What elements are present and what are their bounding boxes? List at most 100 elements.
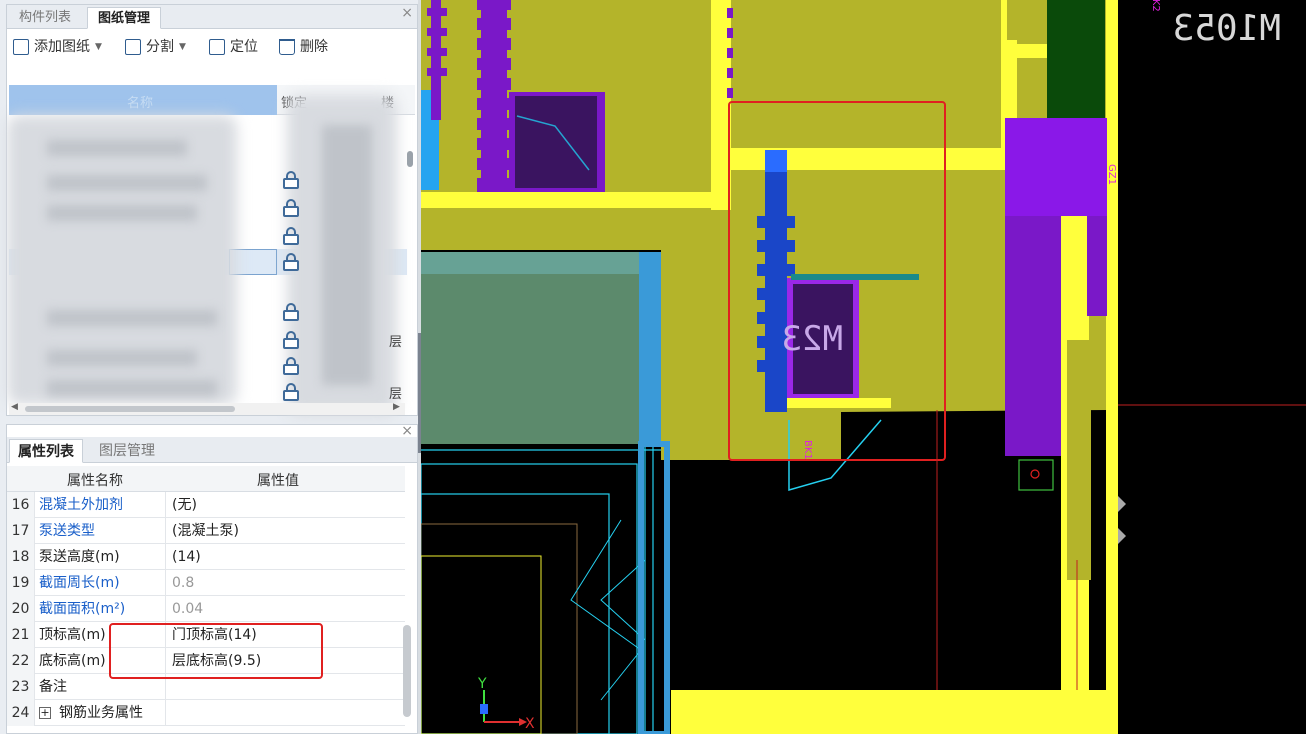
property-name: 截面面积(m²) xyxy=(39,596,125,622)
chevron-down-icon[interactable]: ▼ xyxy=(95,37,102,57)
property-name-text: 截面周长(m) xyxy=(39,575,120,591)
lock-icon[interactable] xyxy=(283,227,299,245)
row-number: 16 xyxy=(7,492,35,518)
tab-drawing-management[interactable]: 图纸管理 xyxy=(87,7,162,29)
property-panel-tabs: 属性列表 图层管理 xyxy=(7,437,417,463)
property-name: 泵送类型 xyxy=(39,518,95,544)
property-row[interactable]: 20 截面面积(m²) 0.04 xyxy=(7,596,405,622)
property-value[interactable]: (无) xyxy=(165,492,405,518)
redacted-row xyxy=(47,175,207,191)
cad-viewport[interactable]: M23 BK1 BK2 M1053 GZ1 Y X xyxy=(420,0,1306,734)
dark-purple-box xyxy=(515,96,597,188)
property-value-text: (14) xyxy=(172,549,201,565)
blue-wall-v xyxy=(639,252,661,444)
highlight-box-elevation xyxy=(109,623,323,679)
property-value[interactable]: (14) xyxy=(165,544,405,570)
door-m1053-label: M1053 xyxy=(1173,8,1281,49)
property-value[interactable]: 0.8 xyxy=(165,570,405,596)
cad-drawing-canvas[interactable]: M23 BK1 BK2 M1053 GZ1 Y X xyxy=(420,0,1306,734)
tab-component-list[interactable]: 构件列表 xyxy=(9,7,81,29)
property-row[interactable]: 16 混凝土外加剂 (无) xyxy=(7,492,405,518)
teal-slab-top xyxy=(421,252,661,274)
scroll-right-icon[interactable]: ▶ xyxy=(393,402,400,412)
left-panel: 构件列表 图纸管理 × 添加图纸 ▼ 分割 ▼ 定位 删除 名称 层 层 ◀ ▶… xyxy=(0,0,420,734)
teal-lintel xyxy=(791,274,919,280)
lock-icon[interactable] xyxy=(283,331,299,349)
row-number: 24 xyxy=(7,700,35,726)
drawing-management-panel: 构件列表 图纸管理 × 添加图纸 ▼ 分割 ▼ 定位 删除 名称 层 层 ◀ ▶ xyxy=(6,4,418,416)
lock-icon[interactable] xyxy=(283,357,299,375)
property-value[interactable]: 0.04 xyxy=(165,596,405,622)
expand-icon[interactable]: + xyxy=(39,707,51,719)
redacted-row xyxy=(47,350,197,366)
lock-icon[interactable] xyxy=(283,253,299,271)
wall-yellow-right xyxy=(1106,0,1118,734)
locate-button[interactable]: 定位 xyxy=(209,37,258,57)
delete-button[interactable]: 删除 xyxy=(279,37,328,57)
property-table-header: 属性名称 属性值 xyxy=(7,466,405,492)
axis-origin xyxy=(480,704,488,714)
scroll-left-icon[interactable]: ◀ xyxy=(11,402,18,412)
split-icon xyxy=(125,39,141,55)
property-name: 截面周长(m) xyxy=(39,570,120,596)
purple-strip-right xyxy=(1087,216,1107,316)
x-axis-label: X xyxy=(525,716,535,732)
property-value-header: 属性值 xyxy=(257,473,299,489)
property-row[interactable]: 17 泵送类型 (混凝土泵) xyxy=(7,518,405,544)
redacted-row xyxy=(47,205,197,221)
door-m23-label: M23 xyxy=(782,319,843,359)
property-name-text: 截面面积(m²) xyxy=(39,601,126,617)
property-value-text: (无) xyxy=(172,497,197,513)
trash-icon xyxy=(279,39,295,55)
blue-column-top xyxy=(765,150,787,172)
name-column-label: 名称 xyxy=(127,96,154,111)
locate-icon xyxy=(209,39,225,55)
teal-slab xyxy=(421,252,651,444)
row-number: 18 xyxy=(7,544,35,570)
redacted-row xyxy=(47,310,217,326)
property-value-text: (混凝土泵) xyxy=(172,523,239,539)
dark-green-block xyxy=(1047,0,1105,120)
property-row[interactable]: 18 泵送高度(m) (14) xyxy=(7,544,405,570)
add-drawing-button[interactable]: 添加图纸 ▼ xyxy=(13,37,102,57)
lock-icon[interactable] xyxy=(283,383,299,401)
y-axis-label: Y xyxy=(477,676,487,692)
split-button[interactable]: 分割 ▼ xyxy=(125,37,186,57)
chevron-down-icon[interactable]: ▼ xyxy=(179,37,186,57)
drawing-list-vscroll[interactable] xyxy=(405,145,415,401)
olive-strip-right xyxy=(1067,340,1091,580)
lock-icon[interactable] xyxy=(283,171,299,189)
floor-suffix: 层 xyxy=(389,335,403,350)
yellow-sill xyxy=(787,398,891,408)
row-number: 19 xyxy=(7,570,35,596)
property-row[interactable]: 19 截面周长(m) 0.8 xyxy=(7,570,405,596)
property-name-text: 底标高(m) xyxy=(39,653,106,669)
bk1-label: BK1 xyxy=(802,440,813,460)
delete-label: 删除 xyxy=(300,39,328,55)
property-list-vscroll[interactable] xyxy=(403,625,411,717)
tab-property-list[interactable]: 属性列表 xyxy=(9,439,83,463)
drawing-panel-tabs: 构件列表 图纸管理 × xyxy=(7,5,417,29)
lock-icon[interactable] xyxy=(283,303,299,321)
property-name-text: 泵送高度(m) xyxy=(39,549,120,565)
olive-corner xyxy=(1007,0,1047,40)
gz1-label: GZ1 xyxy=(1106,164,1117,185)
purple-column-gz1 xyxy=(1005,118,1107,216)
redacted-row xyxy=(47,140,187,156)
add-drawing-icon xyxy=(13,39,29,55)
property-name: 底标高(m) xyxy=(39,648,106,674)
split-label: 分割 xyxy=(146,39,174,55)
property-value[interactable]: (混凝土泵) xyxy=(165,518,405,544)
purple-column-strip xyxy=(431,0,441,120)
blue-column xyxy=(765,150,787,412)
close-icon[interactable]: × xyxy=(401,5,413,21)
row-number: 17 xyxy=(7,518,35,544)
lock-icon[interactable] xyxy=(283,199,299,217)
property-name-text: 备注 xyxy=(39,679,67,695)
property-value[interactable] xyxy=(165,700,405,726)
row-number: 23 xyxy=(7,674,35,700)
tab-layer-management[interactable]: 图层管理 xyxy=(91,439,163,463)
bk2-label: BK2 xyxy=(1150,0,1161,12)
property-row[interactable]: 24 + 钢筋业务属性 xyxy=(7,700,405,726)
drawing-list-hscroll[interactable]: ◀ ▶ xyxy=(9,402,405,415)
